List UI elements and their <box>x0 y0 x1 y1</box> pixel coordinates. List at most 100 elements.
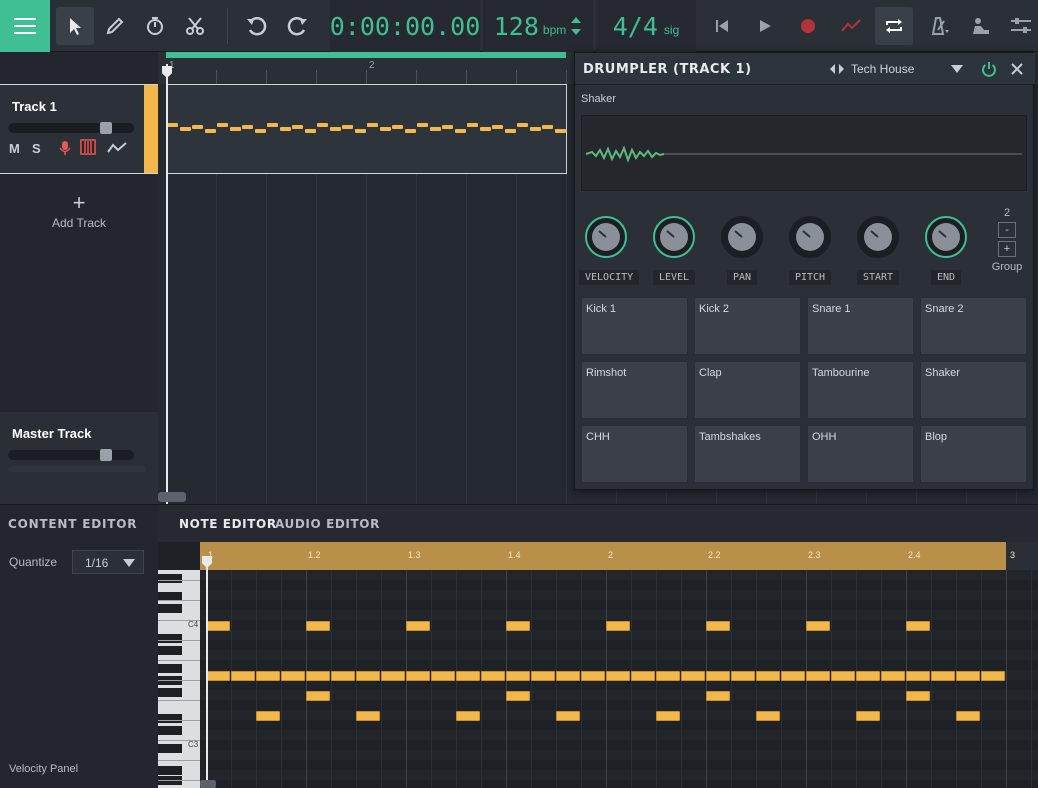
mixer-settings-button[interactable] <box>1002 7 1038 45</box>
drum-pad-kick-1[interactable]: Kick 1 <box>581 297 688 355</box>
mute-button[interactable]: M <box>9 141 20 156</box>
midi-note[interactable] <box>956 711 980 721</box>
hamburger-menu-button[interactable] <box>0 0 50 52</box>
record-button[interactable] <box>789 7 827 45</box>
midi-note[interactable] <box>631 671 655 681</box>
drum-pad-ohh[interactable]: OHH <box>807 425 914 483</box>
midi-note[interactable] <box>206 621 230 631</box>
midi-note[interactable] <box>706 691 730 701</box>
midi-note[interactable] <box>506 621 530 631</box>
midi-note[interactable] <box>481 671 505 681</box>
track-name[interactable]: Track 1 <box>12 99 57 114</box>
up-down-arrows-icon[interactable] <box>570 15 582 37</box>
midi-note[interactable] <box>531 671 555 681</box>
track-1-header[interactable]: Track 1 M S <box>0 84 158 174</box>
bpm-value[interactable]: 128 <box>494 12 539 41</box>
midi-note[interactable] <box>706 621 730 631</box>
midi-note[interactable] <box>956 671 980 681</box>
knob-pan[interactable]: PAN <box>715 215 769 285</box>
midi-note[interactable] <box>931 671 955 681</box>
knob-dial-icon[interactable] <box>720 215 764 259</box>
automation-record-button[interactable] <box>832 7 870 45</box>
midi-note[interactable] <box>856 711 880 721</box>
midi-note[interactable] <box>556 711 580 721</box>
piano-black-key[interactable] <box>158 604 182 613</box>
midi-note[interactable] <box>906 671 930 681</box>
track-color-strip[interactable] <box>144 85 158 173</box>
timer-tool-button[interactable] <box>136 7 174 45</box>
piano-black-key[interactable] <box>158 574 182 583</box>
midi-note[interactable] <box>381 671 405 681</box>
drum-pad-kick-2[interactable]: Kick 2 <box>694 297 801 355</box>
midi-note[interactable] <box>281 671 305 681</box>
midi-note[interactable] <box>306 671 330 681</box>
knob-dial-icon[interactable] <box>924 215 968 259</box>
piano-black-key[interactable] <box>158 646 182 655</box>
midi-note[interactable] <box>706 671 730 681</box>
midi-note[interactable] <box>406 621 430 631</box>
knob-end[interactable]: END <box>919 215 973 285</box>
play-button[interactable] <box>746 7 784 45</box>
select-tool-button[interactable] <box>56 7 94 45</box>
drum-pad-rimshot[interactable]: Rimshot <box>581 361 688 419</box>
chevron-down-icon[interactable] <box>951 65 963 73</box>
midi-note[interactable] <box>331 671 355 681</box>
midi-note[interactable] <box>606 621 630 631</box>
loop-region[interactable] <box>166 52 566 58</box>
playhead[interactable] <box>166 64 168 504</box>
midi-note[interactable] <box>456 711 480 721</box>
horizontal-scrollbar[interactable] <box>158 492 186 502</box>
midi-note[interactable] <box>656 671 680 681</box>
master-volume-slider[interactable] <box>8 449 134 461</box>
midi-note[interactable] <box>756 711 780 721</box>
piano-black-key[interactable] <box>158 664 182 673</box>
bpm-control[interactable]: 128 bpm <box>483 0 593 52</box>
master-volume-slider-handle[interactable] <box>100 449 112 461</box>
midi-keyboard-icon[interactable] <box>80 139 96 155</box>
group-increment-button[interactable]: + <box>998 241 1016 257</box>
midi-note[interactable] <box>606 671 630 681</box>
tab-note-editor[interactable]: NOTE EDITOR <box>179 517 277 531</box>
solo-button[interactable]: S <box>32 141 41 156</box>
velocity-panel-toggle[interactable]: Velocity Panel <box>9 763 78 775</box>
knob-start[interactable]: START <box>851 215 905 285</box>
note-editor[interactable]: C4 C3 1 1.2 1.3 1.4 2 2.2 2.3 2.4 3 <box>158 542 1038 788</box>
piano-black-key[interactable] <box>158 688 182 697</box>
sample-waveform[interactable] <box>581 115 1027 191</box>
preset-nav-arrows-icon[interactable] <box>829 63 845 75</box>
midi-note[interactable] <box>806 671 830 681</box>
track-volume-slider-handle[interactable] <box>100 122 112 134</box>
skip-to-start-button[interactable] <box>703 7 741 45</box>
preset-selector[interactable]: Tech House <box>851 62 914 76</box>
note-editor-scrollbar[interactable] <box>200 780 216 788</box>
drumpler-header[interactable]: DRUMPLER (TRACK 1) Tech House <box>575 53 1035 85</box>
midi-note[interactable] <box>256 671 280 681</box>
midi-note[interactable] <box>881 671 905 681</box>
midi-note[interactable] <box>456 671 480 681</box>
drum-pad-chh[interactable]: CHH <box>581 425 688 483</box>
note-editor-ruler[interactable] <box>200 542 1006 570</box>
midi-note[interactable] <box>231 671 255 681</box>
sig-value[interactable]: 4/4 <box>613 12 658 41</box>
cut-tool-button[interactable] <box>176 7 214 45</box>
midi-note[interactable] <box>356 711 380 721</box>
loop-button[interactable] <box>875 7 913 45</box>
add-track-button[interactable]: + Add Track <box>0 192 158 231</box>
midi-note[interactable] <box>356 671 380 681</box>
drum-pad-snare-2[interactable]: Snare 2 <box>920 297 1027 355</box>
pencil-tool-button[interactable] <box>96 7 134 45</box>
drum-pad-tambshakes[interactable]: Tambshakes <box>694 425 801 483</box>
knob-dial-icon[interactable] <box>584 215 628 259</box>
piano-keyboard[interactable]: C4 C3 <box>158 570 200 788</box>
midi-note[interactable] <box>806 621 830 631</box>
midi-note[interactable] <box>781 671 805 681</box>
piano-black-key[interactable] <box>158 726 182 735</box>
midi-note[interactable] <box>506 691 530 701</box>
master-track-header[interactable]: Master Track <box>0 412 158 504</box>
midi-note[interactable] <box>406 671 430 681</box>
drum-pad-clap[interactable]: Clap <box>694 361 801 419</box>
midi-note[interactable] <box>906 691 930 701</box>
power-icon[interactable] <box>981 61 997 77</box>
midi-note[interactable] <box>756 671 780 681</box>
piano-black-key[interactable] <box>158 714 182 723</box>
